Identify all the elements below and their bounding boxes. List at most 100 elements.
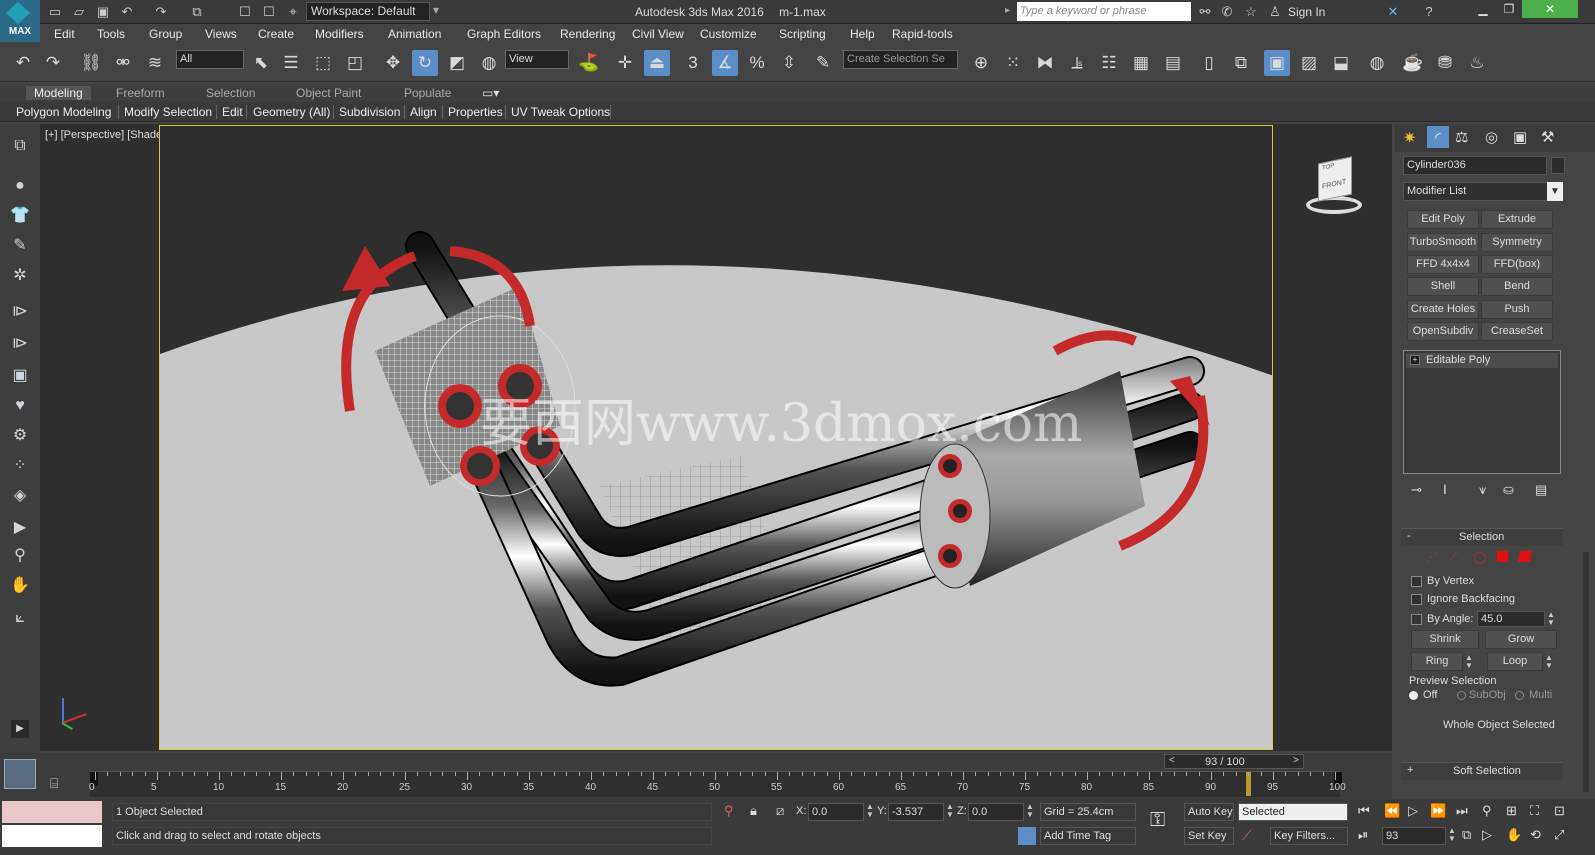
workspace-dropdown[interactable]: Workspace: Default [306,2,430,21]
by-angle-input[interactable]: 45.0 [1477,611,1545,627]
menu-customize[interactable]: Customize [700,27,757,41]
selection-lock-icon[interactable]: 🔒︎ [750,803,757,819]
menu-civil-view[interactable]: Civil View [632,27,684,41]
ribbon-toggle-icon[interactable]: ▤ [1160,50,1186,76]
pin-stack-icon[interactable]: ⊸ [1411,482,1422,498]
frame-spinner-icon[interactable]: ▲ ▼ [1448,827,1456,843]
y-spinner-icon[interactable]: ▲ ▼ [946,803,954,819]
new-file-icon[interactable]: ▭ [46,3,64,21]
communication-icon[interactable]: ✆ [1218,3,1236,21]
viewport-perspective[interactable]: [+] [Perspective] [Shaded] 要西网www.3dmox.… [40,124,1392,751]
ring-spinner-icon[interactable]: ▲ ▼ [1465,654,1473,670]
align-icon[interactable]: ⫡ [1064,50,1090,76]
opensubdiv-button[interactable]: OpenSubdiv [1407,322,1479,341]
key-mode-dropdown[interactable]: Selected [1238,803,1348,821]
ref-coord-dropdown[interactable]: View [505,50,569,69]
ffd-box-button[interactable]: FFD(box) [1481,255,1553,274]
time-slider[interactable]: < 93 / 100 > [1164,754,1304,769]
preview-subobj-radio[interactable] [1457,691,1466,700]
angle-snap-icon[interactable]: ∡ [712,50,738,76]
time-configuration-icon[interactable]: ⧉ [1462,827,1471,843]
by-vertex-checkbox[interactable] [1411,576,1422,587]
isolate-icon[interactable]: ⊕ [968,50,994,76]
time-tag-icon[interactable] [1018,827,1036,845]
panel-properties[interactable]: Properties [448,105,503,119]
workspace-chevron-icon[interactable]: ▾ [433,3,439,17]
motion-tab-icon[interactable]: ◎ [1485,128,1498,146]
mini-curve-editor-icon[interactable]: ⌸ [50,775,78,795]
cube-icon[interactable]: ◈ [8,484,32,508]
go-to-start-icon[interactable]: ⏮ [1358,803,1370,819]
hierarchy-tab-icon[interactable]: ⚖ [1455,128,1468,146]
set-key-button[interactable]: Set Key [1184,827,1234,845]
panel-polygon-modeling[interactable]: Polygon Modeling [16,105,111,119]
loop-spinner-icon[interactable]: ▲ ▼ [1545,654,1553,670]
z-spinner-icon[interactable]: ▲ ▼ [1026,803,1034,819]
expand-arrow-icon[interactable]: ▶ [11,720,29,738]
polygon-mode-icon[interactable] [1497,551,1508,562]
menu-create[interactable]: Create [258,27,294,41]
layout-icon[interactable]: ☐ [260,3,278,21]
tab-selection[interactable]: Selection [206,86,255,100]
zoom-viewport-icon[interactable]: ⚲ [1482,803,1492,819]
modify-tab-icon[interactable]: ◜ [1427,126,1449,148]
render-frame-icon[interactable]: ◍ [1364,50,1390,76]
maximize-viewport-icon[interactable]: ⤢ [1554,827,1564,843]
key-tangent-icon[interactable]: ⟋ [1242,827,1252,844]
z-coordinate-input[interactable]: 0.0 [968,803,1024,821]
go-to-end-icon[interactable]: ⏭ [1456,803,1468,819]
x-spinner-icon[interactable]: ▲ ▼ [866,803,874,819]
cloth-icon[interactable]: 👕 [8,204,32,228]
play-icon[interactable]: ▶ [8,516,32,540]
vertex-mode-icon[interactable]: ⋰ [1425,550,1437,564]
stack-item-editable-poly[interactable]: + Editable Poly [1406,353,1558,368]
sign-in-link[interactable]: Sign In [1288,5,1325,19]
checker-icon[interactable]: ▦ [1128,50,1154,76]
window-icon[interactable]: ☐ [236,3,254,21]
menu-group[interactable]: Group [149,27,182,41]
modifier-list-dropdown[interactable]: Modifier List [1403,182,1563,201]
viewport-layout-thumb[interactable] [4,759,36,789]
next-frame-icon[interactable]: ⏩ [1430,803,1446,819]
configure-sets-icon[interactable]: ▤ [1535,482,1547,498]
restore-icon[interactable]: ❐ [1496,0,1522,18]
project-folder-icon[interactable]: ⧉ [188,3,206,21]
redo-icon[interactable]: ↷ [152,3,170,21]
menu-graph-editors[interactable]: Graph Editors [467,27,541,41]
play-icon[interactable]: ▷ [1408,803,1418,819]
track-view-icon[interactable]: ▨ [1296,50,1322,76]
edit-named-selection-icon[interactable]: ✎ [810,50,836,76]
key-mode-toggle-icon[interactable]: ⏯ [1358,827,1368,843]
curve-editor-icon[interactable]: ▯ [1196,50,1222,76]
scale-icon[interactable]: ◩ [444,50,470,76]
time-slider-prev-icon[interactable]: < [1169,755,1175,766]
shell-button[interactable]: Shell [1407,277,1479,296]
favorites-star-icon[interactable]: ☆ [1242,3,1260,21]
shrink-button[interactable]: Shrink [1411,630,1479,649]
percent-snap-icon[interactable]: % [744,50,770,76]
zoom-icon[interactable]: ⚲ [8,544,32,568]
user-icon[interactable]: ♙ [1266,3,1284,21]
set-key-mode-icon[interactable]: ⚿ [1150,809,1165,832]
menu-edit[interactable]: Edit [54,27,75,41]
field-of-view-icon[interactable]: ▷ [1482,827,1492,843]
by-angle-spinner-icon[interactable]: ▲ ▼ [1547,611,1555,627]
auto-key-button[interactable]: Auto Key [1184,803,1234,821]
isolate-selection-icon[interactable]: ⚲ [724,803,734,819]
minimize-icon[interactable]: ▁ [1470,0,1496,18]
spinner-snap-icon[interactable]: ⇳ [776,50,802,76]
display-tab-icon[interactable]: ▣ [1513,128,1527,146]
undo-icon[interactable]: ↶ [10,50,36,76]
select-object-icon[interactable]: ⬉ [248,50,274,76]
symmetry-button[interactable]: Symmetry [1481,233,1553,252]
track-bar[interactable]: 0 5 10 15 20 25 30 35 40 45 50 55 60 65 70 75 80 85 90 95 10… [89,771,1346,797]
key-filters-button[interactable]: Key Filters... [1270,827,1348,845]
menu-tools[interactable]: Tools [97,27,125,41]
panel-subdivision[interactable]: Subdivision [339,105,400,119]
create-holes-button[interactable]: Create Holes [1407,300,1479,319]
menu-rendering[interactable]: Rendering [560,27,615,41]
modifier-list-chevron-icon[interactable]: ▼ [1547,182,1563,201]
select-manipulate-icon[interactable]: ✛ [612,50,638,76]
menu-scripting[interactable]: Scripting [779,27,826,41]
ffd-4x4x4-button[interactable]: FFD 4x4x4 [1407,255,1479,274]
